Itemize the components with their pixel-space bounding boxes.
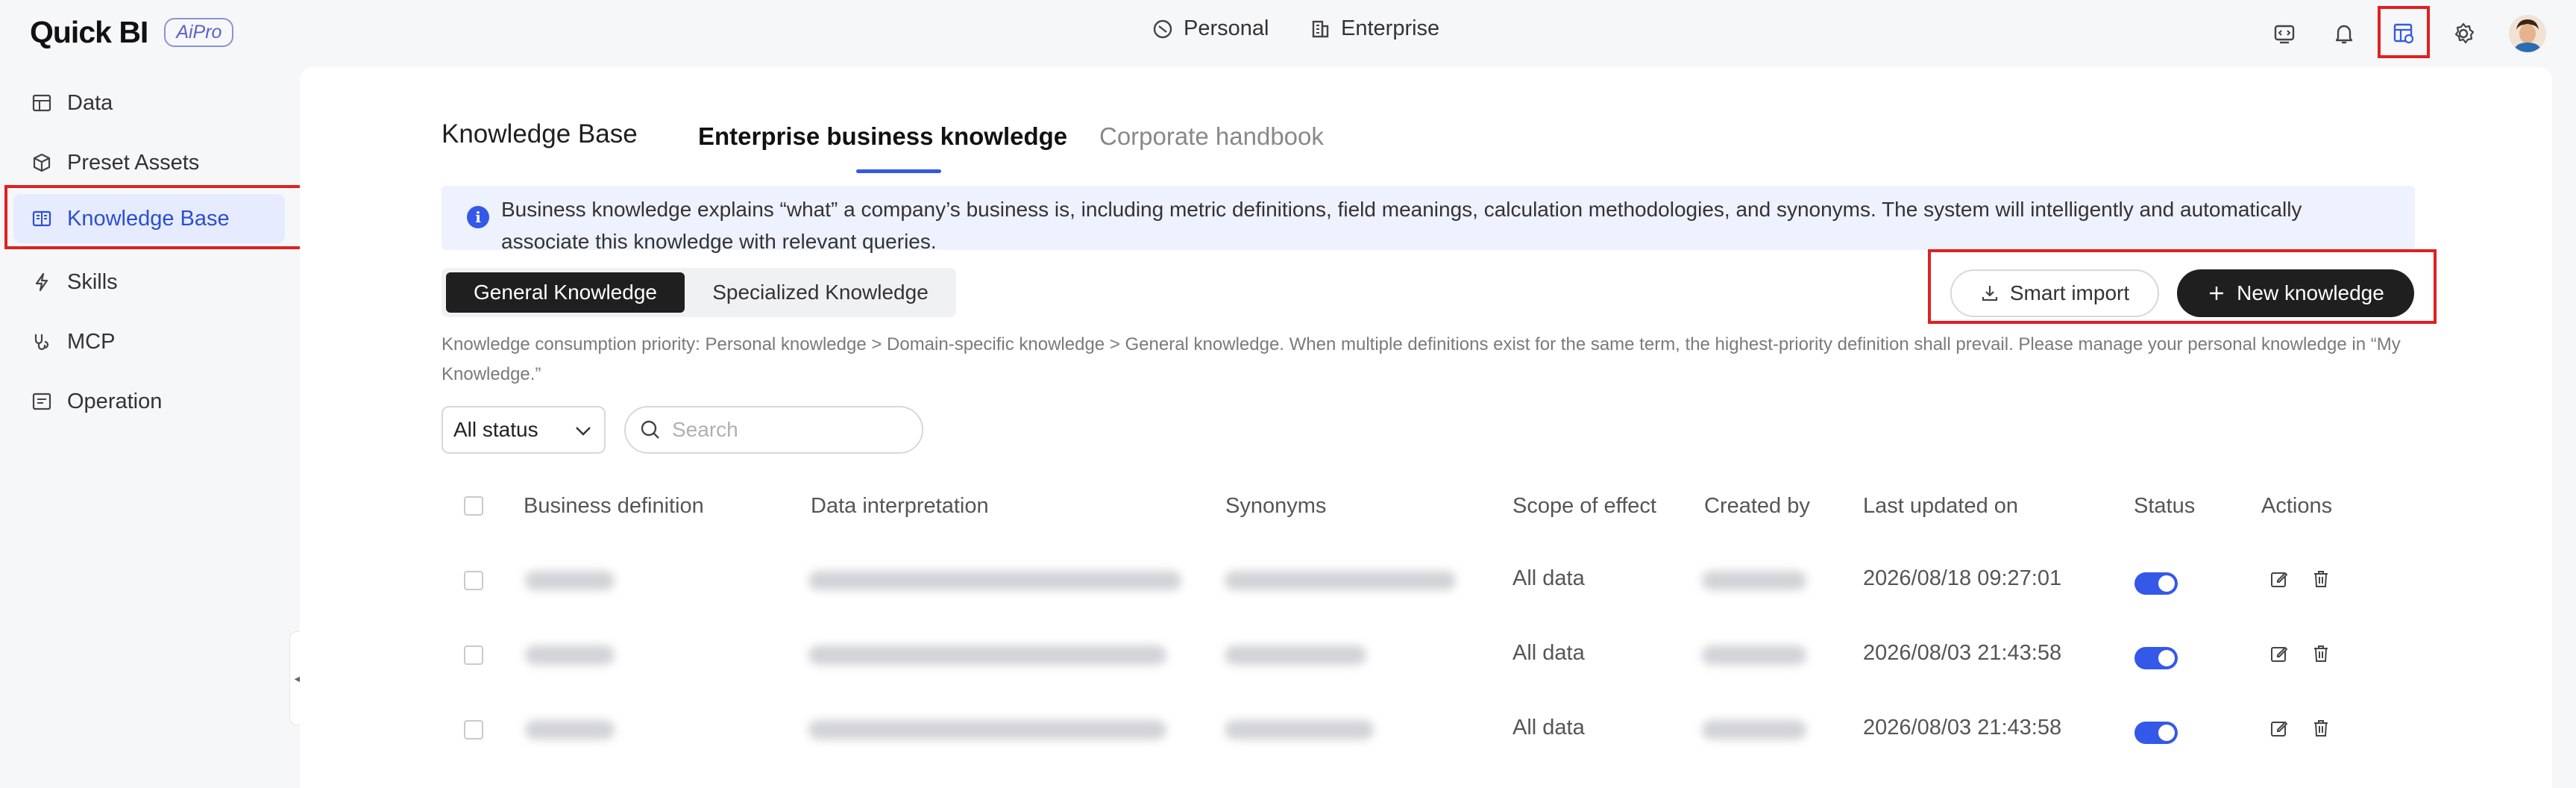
nav-personal-label: Personal bbox=[1184, 16, 1269, 40]
redacted-data-interpretation bbox=[808, 645, 1166, 665]
search-icon bbox=[641, 420, 659, 439]
mcp-icon bbox=[34, 334, 49, 351]
bolt-icon bbox=[35, 272, 48, 292]
sidebar-item-operation[interactable]: Operation bbox=[13, 377, 285, 426]
row-checkbox[interactable] bbox=[464, 720, 483, 739]
sidebar-item-skills[interactable]: Skills bbox=[13, 257, 285, 307]
code-icon[interactable] bbox=[2267, 16, 2302, 51]
tab-enterprise-business-knowledge[interactable]: Enterprise business knowledge bbox=[698, 122, 1067, 151]
edit-icon[interactable] bbox=[2269, 643, 2290, 664]
header-created-by[interactable]: Created by bbox=[1704, 494, 1810, 519]
gear-icon[interactable] bbox=[2446, 16, 2481, 51]
sidebar-item-label: Skills bbox=[67, 269, 118, 294]
redacted-created-by bbox=[1702, 645, 1806, 665]
row-scope: All data bbox=[1512, 566, 1585, 590]
row-checkbox[interactable] bbox=[464, 571, 483, 590]
row-last-updated: 2026/08/03 21:43:58 bbox=[1863, 641, 2062, 665]
nav-enterprise[interactable]: Enterprise bbox=[1310, 16, 1439, 41]
top-bar: Quick BI AiPro Personal Enterprise bbox=[0, 0, 2576, 67]
operation-icon bbox=[32, 393, 51, 410]
delete-icon[interactable] bbox=[2310, 569, 2331, 590]
tab-corporate-handbook[interactable]: Corporate handbook bbox=[1099, 122, 1324, 151]
search-box[interactable] bbox=[624, 406, 923, 454]
redacted-business-definition bbox=[525, 645, 615, 665]
delete-icon[interactable] bbox=[2310, 643, 2331, 664]
header-synonyms[interactable]: Synonyms bbox=[1225, 494, 1326, 519]
row-scope: All data bbox=[1512, 641, 1585, 665]
priority-note: Knowledge consumption priority: Personal… bbox=[442, 334, 2401, 384]
chevron-down-icon bbox=[576, 427, 591, 436]
redacted-data-interpretation bbox=[808, 720, 1166, 739]
highlight-box-actions bbox=[1928, 249, 2437, 324]
header-data-interpretation[interactable]: Data interpretation bbox=[811, 494, 989, 519]
bell-icon[interactable] bbox=[2327, 16, 2361, 51]
status-filter-value: All status bbox=[453, 418, 538, 441]
status-toggle[interactable] bbox=[2134, 647, 2178, 669]
sidebar-item-data[interactable]: Data bbox=[13, 78, 285, 128]
redacted-business-definition bbox=[525, 720, 615, 739]
nav-enterprise-label: Enterprise bbox=[1341, 16, 1440, 40]
sidebar-item-label: Data bbox=[67, 90, 113, 115]
segment-general-knowledge[interactable]: General Knowledge bbox=[446, 272, 685, 313]
redacted-created-by bbox=[1702, 720, 1806, 739]
redacted-data-interpretation bbox=[808, 571, 1181, 590]
cube-icon bbox=[33, 153, 51, 172]
select-all-checkbox[interactable] bbox=[464, 496, 483, 516]
sidebar-item-label: MCP bbox=[67, 329, 116, 354]
redacted-created-by bbox=[1702, 571, 1806, 590]
banner-text: Business knowledge explains “what” a com… bbox=[501, 198, 2302, 253]
avatar[interactable] bbox=[2509, 15, 2546, 52]
row-last-updated: 2026/08/18 09:27:01 bbox=[1863, 566, 2062, 590]
edit-icon[interactable] bbox=[2269, 569, 2290, 590]
status-filter-select[interactable]: All status bbox=[442, 406, 606, 454]
segment-specialized-knowledge[interactable]: Specialized Knowledge bbox=[689, 272, 952, 313]
header-scope[interactable]: Scope of effect bbox=[1512, 494, 1656, 519]
header-last-updated[interactable]: Last updated on bbox=[1863, 494, 2018, 519]
active-tab-underline bbox=[856, 169, 941, 173]
info-icon: i bbox=[467, 206, 489, 228]
main-panel: Knowledge Base Enterprise business knowl… bbox=[300, 67, 2552, 788]
sidebar-item-mcp[interactable]: MCP bbox=[13, 317, 285, 366]
info-banner: i Business knowledge explains “what” a c… bbox=[442, 186, 2415, 253]
status-toggle[interactable] bbox=[2134, 722, 2178, 744]
header-status[interactable]: Status bbox=[2134, 494, 2195, 519]
delete-icon[interactable] bbox=[2310, 718, 2331, 739]
sidebar-item-label: Preset Assets bbox=[67, 150, 200, 175]
edit-icon[interactable] bbox=[2269, 718, 2290, 739]
enterprise-icon bbox=[1312, 20, 1329, 37]
redacted-synonyms bbox=[1225, 645, 1366, 665]
search-input[interactable] bbox=[670, 417, 897, 443]
redacted-synonyms bbox=[1225, 720, 1374, 739]
row-checkbox[interactable] bbox=[464, 645, 483, 665]
app-logo[interactable]: Quick BI AiPro bbox=[30, 15, 234, 50]
personal-icon bbox=[1153, 19, 1172, 38]
sidebar-item-preset-assets[interactable]: Preset Assets bbox=[13, 138, 285, 187]
header-actions[interactable]: Actions bbox=[2261, 494, 2332, 519]
status-toggle[interactable] bbox=[2134, 572, 2178, 595]
page-title: Knowledge Base bbox=[442, 119, 638, 148]
nav-personal[interactable]: Personal bbox=[1152, 16, 1269, 41]
redacted-synonyms bbox=[1225, 571, 1456, 590]
redacted-business-definition bbox=[525, 571, 615, 590]
highlight-box-top-icon bbox=[2378, 6, 2430, 58]
logo-badge: AiPro bbox=[164, 18, 234, 47]
knowledge-type-segment: General Knowledge Specialized Knowledge bbox=[442, 268, 956, 317]
row-last-updated: 2026/08/03 21:43:58 bbox=[1863, 716, 2062, 739]
header-business-definition[interactable]: Business definition bbox=[524, 494, 704, 519]
sidebar-item-label: Operation bbox=[67, 389, 163, 413]
data-icon bbox=[32, 94, 51, 112]
highlight-box-knowledge-base bbox=[4, 185, 316, 249]
logo-text: Quick BI bbox=[30, 15, 148, 49]
row-scope: All data bbox=[1512, 716, 1585, 739]
